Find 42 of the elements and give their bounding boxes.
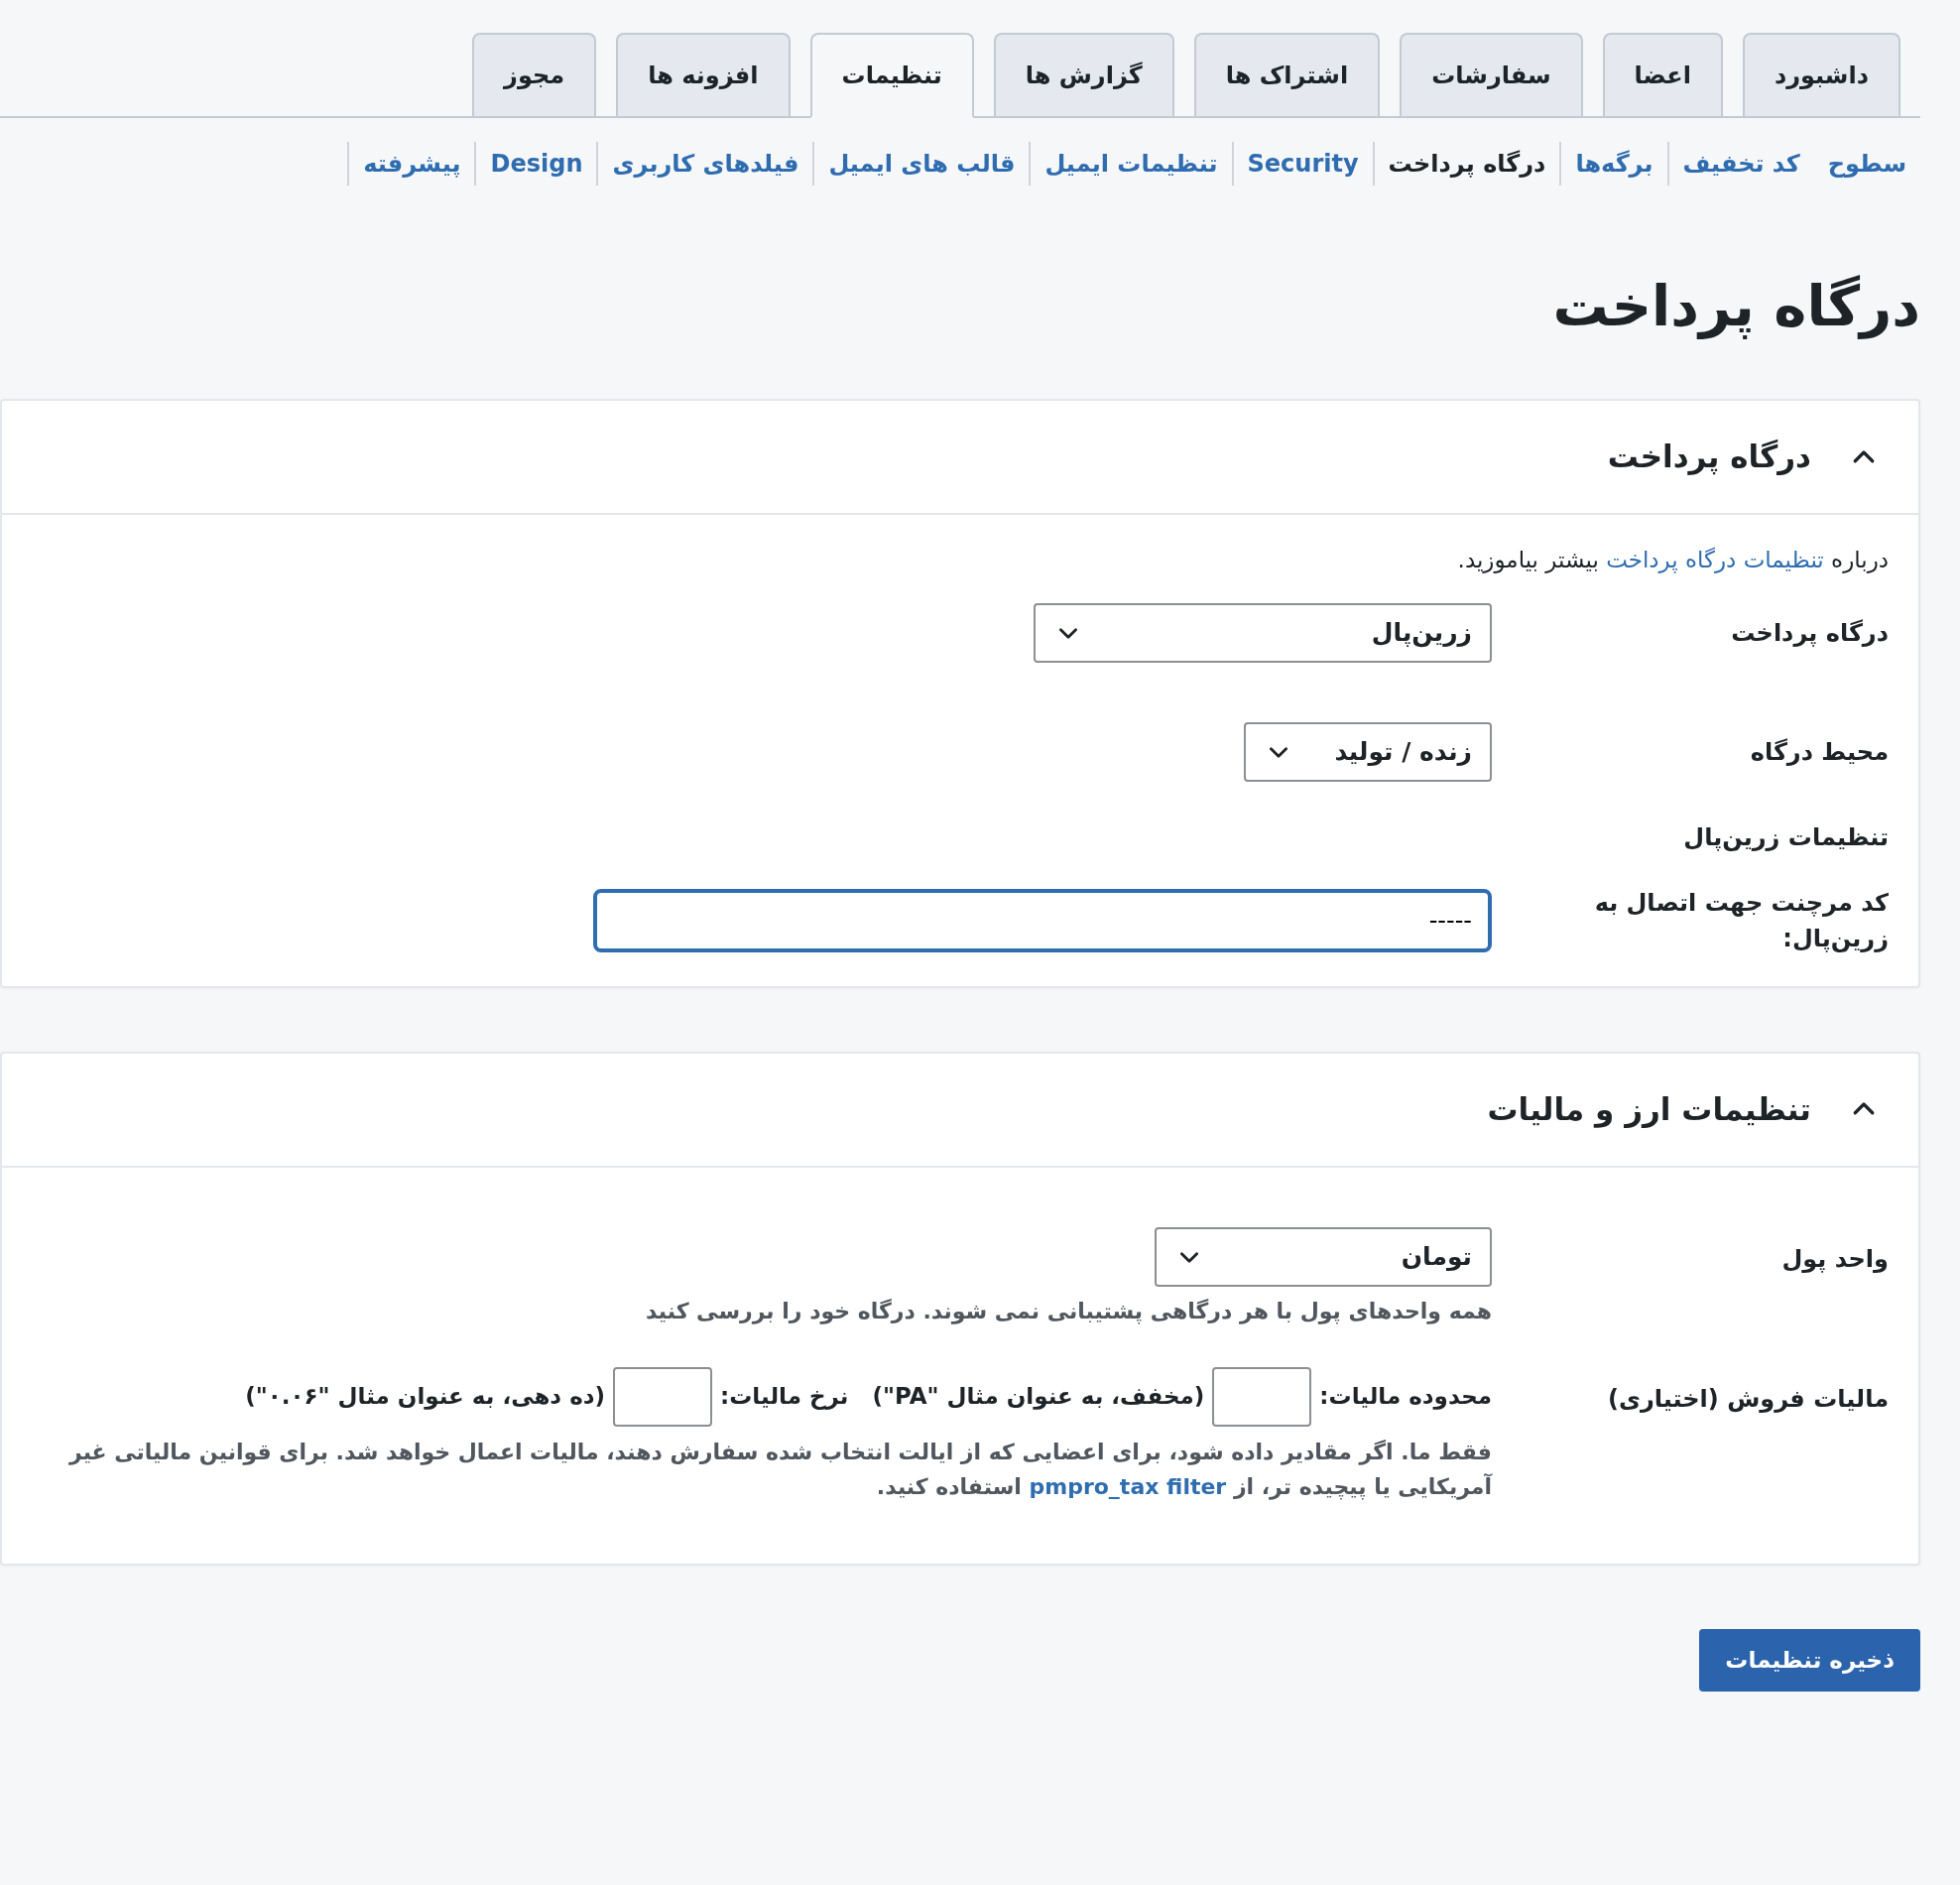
settings-nav-link[interactable]: Design	[474, 142, 597, 186]
tax-rate-field[interactable]	[613, 1366, 713, 1427]
settings-nav-link[interactable]: تنظیمات ایمیل	[1029, 142, 1232, 186]
field-label: درگاه پرداخت	[1730, 617, 1889, 649]
nav-tab[interactable]: مجوز	[472, 33, 597, 116]
intro-text: درباره تنظیمات درگاه پرداخت بیشتر بیاموزید.	[1456, 546, 1889, 575]
dropdown-select[interactable]: زنده / تولید	[1244, 721, 1492, 782]
panel-title: تنظیمات ارز و مالیات	[1487, 1089, 1811, 1130]
settings-nav-link[interactable]: Security	[1231, 142, 1373, 186]
currency-note: همه واحدهای پول با هر درگاهی پشتیبانی نمی شوند. درگاه خود را بررسی کنید	[645, 1297, 1492, 1326]
dropdown-select[interactable]: زرین‌پال	[1034, 602, 1492, 663]
settings-nav-link[interactable]: فیلدهای کاربری	[596, 142, 813, 186]
field-label: کد مرچنت جهت اتصال به زرین‌پال:	[1593, 887, 1889, 954]
tax-state-field[interactable]	[1212, 1366, 1312, 1427]
dropdown-select[interactable]: تومان	[1155, 1226, 1492, 1287]
panel-title: درگاه پرداخت	[1607, 438, 1811, 477]
save-button[interactable]: ذخیره تنظیمات	[1699, 1629, 1920, 1692]
help-link[interactable]: تنظیمات درگاه پرداخت	[1606, 547, 1824, 573]
field-label: محدوده مالیات:	[1319, 1382, 1492, 1412]
field-label: نرخ مالیات:	[720, 1382, 849, 1412]
nav-tab[interactable]: سفارشات	[1400, 33, 1583, 116]
settings-nav-link[interactable]: پیشرفته	[347, 142, 475, 186]
nav-tab[interactable]: گزارش ها	[993, 33, 1174, 116]
field-label: واحد پول	[1780, 1243, 1889, 1275]
nav-tab[interactable]: افزونه ها	[616, 33, 791, 116]
nav-tab[interactable]: تنظیمات	[809, 33, 974, 118]
settings-nav-link[interactable]: درگاه پرداخت	[1372, 142, 1560, 186]
help-link[interactable]: pmpro_tax filter	[1029, 1473, 1227, 1499]
field-label: تنظیمات زرین‌پال	[1682, 821, 1889, 853]
hint-text: (ده دهی، به عنوان مثال "۰.۰۶")	[245, 1382, 606, 1412]
page-title: درگاه پرداخت	[1551, 273, 1920, 340]
nav-tab[interactable]: اشتراک ها	[1193, 33, 1381, 116]
field-label: مالیات فروش (اختیاری)	[1606, 1383, 1889, 1415]
field-label: محیط درگاه	[1749, 736, 1889, 768]
settings-nav-link[interactable]: کد تخفیف	[1666, 142, 1814, 186]
merchant-code-field[interactable]: -----	[593, 888, 1492, 952]
hint-text: (مخفف، به عنوان مثال "PA")	[872, 1382, 1205, 1412]
settings-nav-link[interactable]: سطوح	[1813, 142, 1920, 186]
settings-nav-link[interactable]: برگه‌ها	[1559, 142, 1667, 186]
nav-tab[interactable]: داشبورد	[1742, 33, 1900, 116]
nav-tab[interactable]: اعضا	[1602, 33, 1723, 116]
settings-nav-link[interactable]: قالب های ایمیل	[812, 142, 1030, 186]
